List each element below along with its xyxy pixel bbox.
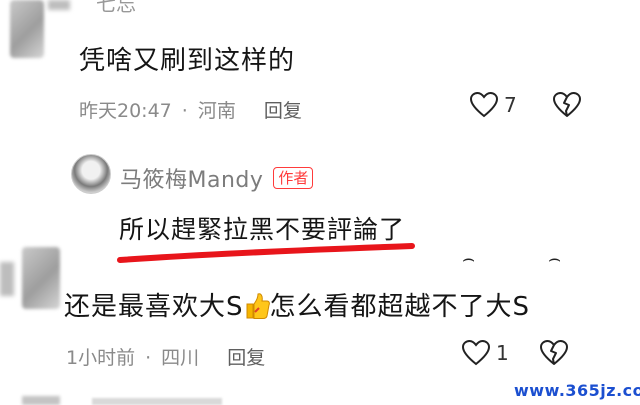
comment2-text: 还是最喜欢大S 怎么看都超越不了大S [64, 286, 530, 323]
comment2-dislike-button[interactable] [540, 340, 568, 366]
comment1-username[interactable]: 七忘 [96, 0, 136, 17]
meta-separator: · [145, 347, 152, 369]
comment1-text: 凭啥又刷到这样的 [79, 46, 296, 76]
comment2-avatar-edge [0, 262, 14, 296]
broken-heart-icon [553, 92, 581, 118]
comment1-location: 河南 [197, 100, 236, 122]
comment2-time: 1小时前 [66, 347, 136, 369]
author-username[interactable]: 马筱梅Mandy [120, 162, 263, 194]
comment2-location: 四川 [161, 347, 200, 369]
comment2-avatar[interactable] [22, 247, 60, 309]
comment1-time: 昨天20:47 [79, 100, 172, 122]
red-underline-highlight [117, 243, 415, 263]
author-header: 马筱梅Mandy 作者 [120, 162, 314, 194]
comment1-meta: 昨天20:47 · 河南 回复 [79, 96, 302, 123]
comment1-reply-button[interactable]: 回复 [264, 100, 302, 122]
comment2-reply-button[interactable]: 回复 [227, 347, 265, 369]
heart-icon [470, 92, 498, 118]
comment2-meta: 1小时前 · 四川 回复 [66, 343, 265, 370]
comment2-text-after: 怎么看都超越不了大S [269, 292, 531, 322]
author-avatar[interactable] [71, 154, 111, 194]
tilde-mark: ⌢ [462, 246, 476, 270]
comment1-like-button[interactable]: 7 [470, 92, 517, 118]
site-watermark: www.365jz.com [514, 381, 640, 400]
next-comment-username-partial [92, 398, 222, 405]
meta-separator: · [181, 100, 188, 122]
author-badge: 作者 [273, 167, 314, 189]
comment2-like-button[interactable]: 1 [462, 340, 509, 366]
comment1-dislike-button[interactable] [553, 92, 581, 118]
comment2-like-count: 1 [496, 341, 509, 365]
next-comment-avatar-partial [22, 396, 60, 405]
heart-icon [462, 340, 490, 366]
thumbs-up-emoji [244, 292, 270, 319]
tilde-mark: ⌢ [548, 246, 562, 270]
comment1-avatar-top [48, 0, 70, 10]
comment1-like-count: 7 [504, 93, 517, 117]
comment2-text-before: 还是最喜欢大S [64, 292, 244, 322]
broken-heart-icon [540, 340, 568, 366]
comment1-avatar[interactable] [10, 0, 44, 58]
